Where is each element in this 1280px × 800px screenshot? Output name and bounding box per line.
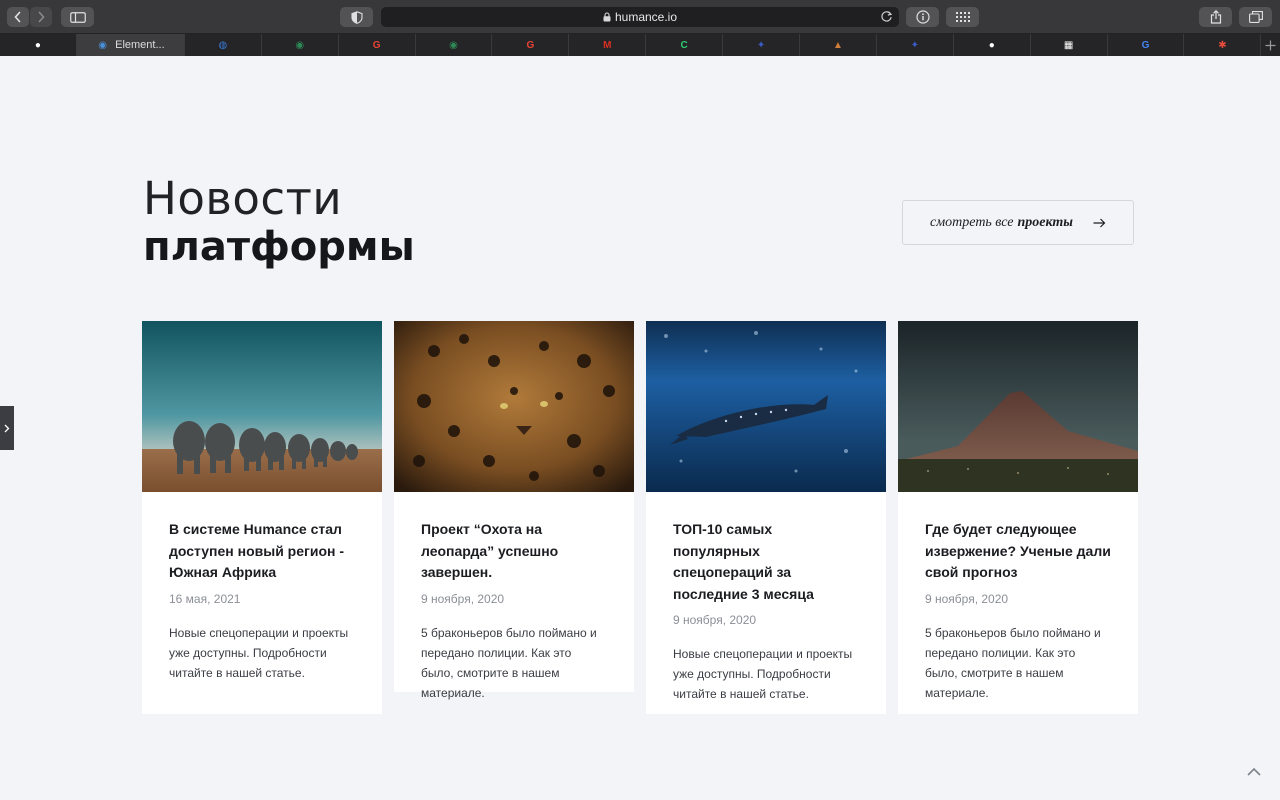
view-all-projects-button[interactable]: смотреть все проекты [902,200,1134,245]
browser-toolbar: humance.io [0,0,1280,34]
mountain-icon: ▲ [833,39,843,51]
browser-tab[interactable]: ▲ [800,34,877,56]
news-card-date: 9 ноября, 2020 [421,591,505,606]
google-icon: G [526,39,535,51]
browser-tab[interactable]: ◉ [262,34,339,56]
browser-tab[interactable]: ● [954,34,1031,56]
news-card-date: 16 мая, 2021 [169,591,241,606]
section-title: Новости платформы [143,172,415,271]
panda-icon: ● [34,39,41,51]
browser-tab[interactable]: G [339,34,416,56]
news-card-title[interactable]: Проект “Охота на леопарда” успешно завер… [421,519,607,584]
lock-icon [603,12,611,22]
info-icon [915,10,930,24]
gmail-icon: M [603,39,612,51]
view-all-prefix: смотреть все [930,214,1014,230]
news-card-description: 5 браконьеров было поймано и передано по… [925,625,1101,700]
browser-tab[interactable]: ▦ [1031,34,1108,56]
panda-icon: ● [988,39,995,51]
share-button[interactable] [1199,7,1232,27]
browser-tab[interactable]: ✱ [1184,34,1262,56]
globe-icon: ◉ [98,39,107,51]
scroll-to-top-button[interactable] [1245,763,1263,781]
section-title-light: Новости [143,172,343,225]
plus-icon [1265,40,1276,50]
shield-icon [350,10,363,24]
section-title-bold: платформы [143,224,415,270]
news-card[interactable]: Где будет следующее извержение? Ученые д… [898,321,1138,714]
side-panel-toggle[interactable] [0,406,14,450]
chevron-left-icon [14,11,21,23]
new-tab-button[interactable] [1261,34,1280,56]
share-icon [1210,10,1221,24]
url-text: humance.io [614,10,678,24]
news-card-title[interactable]: ТОП-10 самых популярных спецопераций за … [673,519,859,605]
browser-tab[interactable]: ◉ Element... [76,34,185,56]
back-button[interactable] [7,7,29,27]
google-icon: G [1141,39,1150,51]
earth-icon: ◍ [218,39,228,51]
browser-tab[interactable]: G [492,34,570,56]
arrow-right-icon [1093,218,1106,228]
sidebar-icon [69,11,86,23]
privacy-shield-button[interactable] [340,7,373,27]
news-card[interactable]: ТОП-10 самых популярных спецопераций за … [646,321,886,714]
news-card-date: 9 ноября, 2020 [673,613,757,627]
page-content: Новости платформы смотреть все проекты В… [0,56,1280,800]
globe-icon: ◉ [449,39,458,51]
browser-tab[interactable]: M [569,34,647,56]
astronaut-icon: ✦ [910,39,920,51]
tab-bar: ● ◉ Element... ◍ ◉ G ◉ G M C ✦ ▲ ✦ ● ▦ G ✱ [0,34,1280,56]
forward-button[interactable] [30,7,52,27]
asterisk-icon: ✱ [1218,39,1227,51]
address-bar[interactable]: humance.io [381,7,899,27]
tab-label: Element... [115,39,165,51]
volcano-image [898,321,1138,492]
reload-icon[interactable] [880,10,893,26]
browser-tab[interactable]: ✦ [723,34,801,56]
browser-tab[interactable]: ◍ [185,34,262,56]
chevron-right-icon [4,424,10,432]
globe-icon: ◉ [295,39,305,51]
news-card-description: Новые спецоперации и проекты уже доступн… [673,647,853,701]
crescent-icon: C [680,39,688,51]
google-icon: G [372,39,381,51]
news-card-title[interactable]: Где будет следующее извержение? Ученые д… [925,519,1111,584]
reader-info-button[interactable] [906,7,939,27]
news-card-date: 9 ноября, 2020 [925,591,1009,606]
leopard-image [394,321,634,492]
browser-tab[interactable]: ◉ [416,34,493,56]
news-card[interactable]: Проект “Охота на леопарда” успешно завер… [394,321,634,700]
pixel-icon: ▦ [1063,39,1074,51]
chevron-right-icon [38,11,45,23]
elephants-image [142,321,382,492]
tab-overview-button[interactable] [1239,7,1272,27]
grid-icon [955,12,970,22]
tabs-icon [1248,11,1263,23]
extensions-button[interactable] [946,7,979,27]
whale-shark-image [646,321,886,492]
browser-tab[interactable]: ● [0,34,77,56]
browser-tab[interactable]: G [1108,34,1185,56]
sidebar-toggle-button[interactable] [61,7,94,27]
news-card-description: 5 браконьеров было поймано и передано по… [421,625,597,700]
view-all-bold: проекты [1017,214,1073,230]
news-card-description: Новые спецоперации и проекты уже доступн… [169,625,349,680]
browser-tab[interactable]: C [646,34,724,56]
browser-tab[interactable]: ✦ [877,34,954,56]
astronaut-icon: ✦ [756,39,766,51]
news-card[interactable]: В системе Humance стал доступен новый ре… [142,321,382,714]
news-card-title[interactable]: В системе Humance стал доступен новый ре… [169,519,355,584]
